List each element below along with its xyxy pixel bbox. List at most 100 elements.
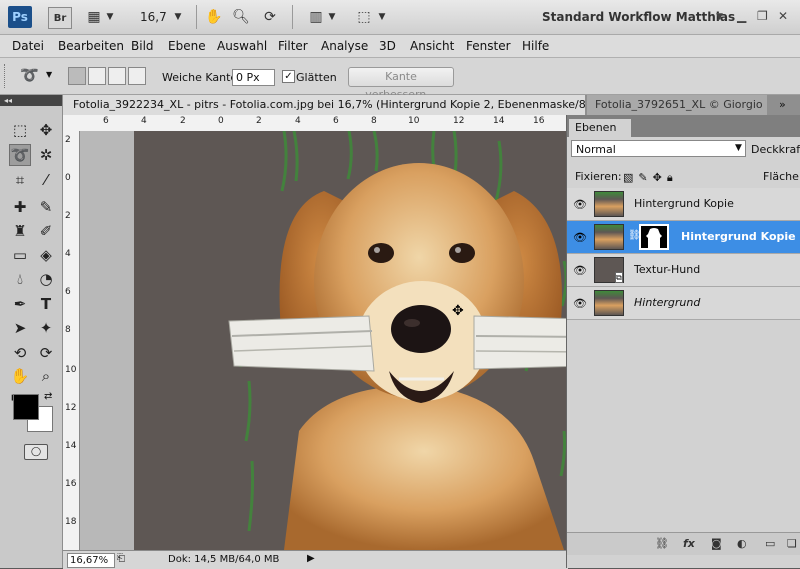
dodge-icon[interactable]: ◔ bbox=[35, 268, 57, 290]
chevron-down-icon[interactable]: ▼ bbox=[735, 140, 742, 157]
zoom-icon[interactable]: ⌕ bbox=[35, 365, 57, 387]
close-icon[interactable]: ✕ bbox=[778, 9, 788, 23]
layer-mask-thumbnail[interactable] bbox=[639, 224, 669, 250]
menu-ansicht[interactable]: Ansicht bbox=[410, 39, 454, 53]
menu-fenster[interactable]: Fenster bbox=[466, 39, 511, 53]
tab-ebenen[interactable]: Ebenen bbox=[569, 119, 631, 137]
screen-mode-icon[interactable]: ⬚ bbox=[354, 7, 374, 27]
path-selection-icon[interactable]: ➤ bbox=[9, 317, 31, 339]
chevron-down-icon[interactable]: ▼ bbox=[46, 70, 52, 79]
smooth-checkbox[interactable]: ✓ bbox=[282, 70, 295, 83]
tab-active-document[interactable]: Fotolia_3922234_XL - pitrs - Fotolia.com… bbox=[63, 95, 585, 115]
menu-3d[interactable]: 3D bbox=[379, 39, 396, 53]
custom-shape-icon[interactable]: ✦ bbox=[35, 317, 57, 339]
restore-icon[interactable]: ❐ bbox=[757, 9, 768, 23]
layers-panel-header: Ebenen bbox=[567, 115, 800, 137]
crop-icon[interactable]: ⌗ bbox=[9, 169, 31, 191]
minimize-icon[interactable]: ▁ bbox=[737, 9, 746, 23]
move-cursor-icon: ✥ bbox=[452, 303, 464, 319]
eye-icon[interactable]: 👁︎ bbox=[573, 297, 587, 310]
eye-icon[interactable]: 👁︎ bbox=[573, 231, 587, 244]
layer-row-hintergrund[interactable]: 👁︎ Hintergrund bbox=[567, 287, 800, 320]
lasso-icon[interactable]: ➰ bbox=[9, 144, 31, 166]
collapse-icon[interactable]: ◂◂ bbox=[0, 95, 62, 106]
menu-hilfe[interactable]: Hilfe bbox=[522, 39, 549, 53]
move-icon[interactable]: ✥ bbox=[35, 119, 57, 141]
ruler-label: 8 bbox=[371, 116, 377, 126]
chevron-down-icon[interactable]: ▼ bbox=[104, 7, 116, 27]
3d-orbit-icon[interactable]: ⟳ bbox=[35, 342, 57, 364]
layer-row-hintergrund-kopie[interactable]: 👁︎ Hintergrund Kopie bbox=[567, 188, 800, 221]
adjustment-icon[interactable]: ◐ bbox=[737, 537, 747, 550]
feather-input[interactable]: 0 Px bbox=[232, 69, 275, 86]
hand-icon[interactable]: ✋ bbox=[9, 365, 31, 387]
menu-ebene[interactable]: Ebene bbox=[168, 39, 206, 53]
lock-label: Fixieren: bbox=[575, 170, 622, 183]
3d-rotate-icon[interactable]: ⟲ bbox=[9, 342, 31, 364]
swap-colors-icon[interactable]: ⇄ bbox=[44, 391, 52, 402]
folder-icon[interactable]: ▭ bbox=[765, 537, 775, 550]
link-icon[interactable]: ⛓ bbox=[655, 537, 669, 550]
eye-icon[interactable]: 👁︎ bbox=[573, 198, 587, 211]
clone-stamp-icon[interactable]: ♜ bbox=[9, 220, 31, 242]
tab-inactive-document[interactable]: Fotolia_3792651_XL © Giorgio bbox=[587, 95, 767, 115]
blur-icon[interactable]: 💧︎ bbox=[9, 268, 31, 290]
grip-handle[interactable] bbox=[4, 64, 8, 88]
lock-transparency-icon[interactable]: ▧ bbox=[623, 171, 633, 185]
film-icon[interactable]: ▦ bbox=[84, 7, 104, 27]
status-menu-icon[interactable]: ▶ bbox=[307, 553, 315, 564]
chevron-down-icon[interactable]: ▼ bbox=[716, 12, 723, 22]
marquee-icon[interactable]: ⬚ bbox=[9, 119, 31, 141]
pen-icon[interactable]: ✒ bbox=[9, 293, 31, 315]
blend-mode-select[interactable]: Normal bbox=[571, 140, 746, 157]
hand-icon[interactable]: ✋ bbox=[204, 7, 224, 27]
chevron-down-icon[interactable]: ▼ bbox=[376, 7, 388, 27]
status-zoom-field[interactable]: 16,67% bbox=[67, 553, 115, 568]
new-layer-icon[interactable]: ❏ bbox=[787, 537, 797, 550]
fx-icon[interactable]: fx bbox=[683, 537, 695, 550]
menu-bearbeiten[interactable]: Bearbeiten bbox=[58, 39, 124, 53]
workspace-name[interactable]: Standard Workflow Matthias bbox=[542, 10, 735, 24]
quick-mask-icon[interactable]: ◯ bbox=[24, 444, 48, 460]
document-image[interactable]: ✥ bbox=[134, 131, 584, 550]
history-brush-icon[interactable]: ✐ bbox=[35, 220, 57, 242]
layer-row-hintergrund-kopie-2[interactable]: 👁︎ ⛓ Hintergrund Kopie 2 bbox=[567, 221, 800, 254]
paint-bucket-icon[interactable]: ◈ bbox=[35, 244, 57, 266]
healing-brush-icon[interactable]: ✚ bbox=[9, 196, 31, 218]
chevron-down-icon[interactable]: ▼ bbox=[326, 7, 338, 27]
lock-all-icon[interactable]: 🔒︎ bbox=[667, 171, 673, 185]
lock-pixels-icon[interactable]: ✎ bbox=[638, 171, 647, 185]
application-bar: Ps Br ▦ ▼ 16,7 ▼ ✋ 🔍︎ ⟳ ▥ ▼ ⬚ ▼ Standard… bbox=[0, 0, 800, 35]
eye-icon[interactable]: 👁︎ bbox=[573, 264, 587, 277]
new-selection-icon[interactable] bbox=[68, 67, 86, 85]
refine-edge-button[interactable]: Kante verbessern... bbox=[348, 67, 454, 101]
more-tabs-icon[interactable]: » bbox=[779, 95, 786, 115]
eraser-icon[interactable]: ▭ bbox=[9, 244, 31, 266]
type-icon[interactable]: T bbox=[35, 293, 57, 315]
rotate-icon[interactable]: ⟳ bbox=[260, 7, 280, 27]
lock-position-icon[interactable]: ✥ bbox=[653, 171, 662, 185]
zoom-icon[interactable]: 🔍︎ bbox=[231, 7, 251, 27]
zoom-level[interactable]: 16,7 bbox=[140, 10, 167, 24]
ruler-label: 16 bbox=[65, 479, 77, 489]
intersect-selection-icon[interactable] bbox=[128, 67, 146, 85]
magic-wand-icon[interactable]: ✲ bbox=[35, 144, 57, 166]
mask-icon[interactable]: ◙ bbox=[711, 537, 722, 550]
menu-analyse[interactable]: Analyse bbox=[321, 39, 368, 53]
add-selection-icon[interactable] bbox=[88, 67, 106, 85]
tools-panel: ◂◂ ⬚ ✥ ➰ ✲ ⌗ ⁄ ✚ ✎ ♜ ✐ ▭ ◈ 💧︎ ◔ ✒ T ➤ ✦ … bbox=[0, 95, 63, 568]
layer-row-textur-hund[interactable]: 👁︎ ⧉ Textur-Hund bbox=[567, 254, 800, 287]
status-info-icon[interactable]: ⎗ bbox=[117, 553, 125, 564]
brush-icon[interactable]: ✎ bbox=[35, 196, 57, 218]
menu-datei[interactable]: Datei bbox=[12, 39, 44, 53]
menu-filter[interactable]: Filter bbox=[278, 39, 308, 53]
subtract-selection-icon[interactable] bbox=[108, 67, 126, 85]
eyedropper-icon[interactable]: ⁄ bbox=[35, 169, 57, 191]
menu-auswahl[interactable]: Auswahl bbox=[217, 39, 267, 53]
lasso-icon[interactable]: ➰ bbox=[20, 66, 39, 84]
bridge-button[interactable]: Br bbox=[48, 7, 72, 29]
foreground-color-swatch[interactable] bbox=[13, 394, 39, 420]
chevron-down-icon[interactable]: ▼ bbox=[172, 7, 184, 27]
menu-bild[interactable]: Bild bbox=[131, 39, 154, 53]
arrange-icon[interactable]: ▥ bbox=[306, 7, 326, 27]
